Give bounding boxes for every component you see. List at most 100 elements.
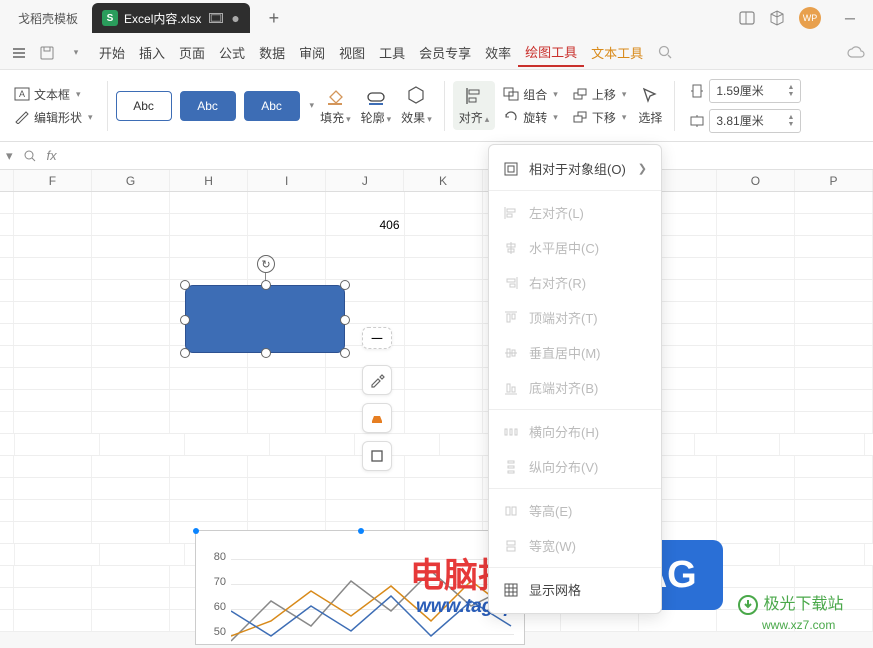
distribute-v-icon — [503, 459, 519, 475]
move-up-icon — [572, 86, 588, 102]
menu-formula[interactable]: 公式 — [212, 39, 252, 66]
chart-handle[interactable] — [193, 528, 199, 534]
equal-height-icon — [503, 503, 519, 519]
menu-insert[interactable]: 插入 — [132, 39, 172, 66]
dropdown-icon[interactable]: ▾ — [64, 42, 86, 64]
panel-icon[interactable] — [739, 10, 755, 26]
fill-button[interactable]: 填充▾ — [316, 85, 355, 126]
resize-handle[interactable] — [180, 315, 190, 325]
chevron-down-icon[interactable]: ▾ — [6, 148, 13, 164]
equal-width-icon — [503, 538, 519, 554]
fx-label[interactable]: fx — [47, 148, 57, 163]
width-icon — [689, 113, 705, 129]
preset-more-icon[interactable]: ▾ — [310, 100, 315, 111]
menu-drawing-tools[interactable]: 绘图工具 — [518, 38, 584, 67]
minimize-button[interactable]: ─ — [835, 10, 865, 26]
column-header[interactable]: G — [92, 170, 170, 191]
tab-close-icon[interactable]: ● — [231, 10, 239, 26]
stepper-arrows[interactable]: ▲▼ — [787, 84, 794, 98]
edit-shape-button[interactable]: 编辑形状▾ — [14, 109, 93, 126]
cloud-icon[interactable] — [847, 46, 865, 60]
shape-preset-1[interactable]: Abc — [116, 91, 172, 121]
menu-page[interactable]: 页面 — [172, 39, 212, 66]
group-button[interactable]: 组合▾ — [503, 86, 558, 103]
column-headers: F G H I J K O P — [0, 170, 873, 192]
column-header[interactable] — [0, 170, 14, 191]
effect-button[interactable]: 效果▾ — [397, 85, 436, 126]
rotate-icon — [503, 109, 519, 125]
align-left-icon — [503, 205, 519, 221]
column-header[interactable]: J — [326, 170, 404, 191]
move-down-button[interactable]: 下移▾ — [572, 109, 627, 126]
move-up-button[interactable]: 上移▾ — [572, 86, 627, 103]
column-header[interactable]: O — [717, 170, 795, 191]
menu-data[interactable]: 数据 — [252, 39, 292, 66]
resize-handle[interactable] — [340, 315, 350, 325]
menu-distribute-h: 横向分布(H) — [489, 414, 661, 449]
y-tick: 60 — [206, 601, 226, 613]
menu-tools[interactable]: 工具 — [372, 39, 412, 66]
tab-templates[interactable]: 戈稻壳模板 — [8, 3, 88, 33]
outline-button[interactable]: 轮廓▾ — [357, 85, 396, 126]
cell-value[interactable]: 406 — [326, 214, 404, 235]
save-icon[interactable] — [36, 42, 58, 64]
height-input[interactable]: 1.59厘米 ▲▼ — [709, 79, 801, 103]
align-icon — [463, 85, 485, 107]
align-bottom-icon — [503, 380, 519, 396]
chart-handle[interactable] — [358, 528, 364, 534]
float-dash-button[interactable]: ─ — [362, 327, 392, 349]
user-avatar[interactable]: WP — [799, 7, 821, 29]
float-eyedropper-button[interactable] — [362, 365, 392, 395]
search-icon[interactable] — [658, 45, 673, 60]
float-style-button[interactable] — [362, 403, 392, 433]
y-tick: 50 — [206, 626, 226, 638]
stepper-arrows[interactable]: ▲▼ — [787, 114, 794, 128]
window-mode-icon — [209, 13, 223, 23]
menu-show-grid[interactable]: 显示网格 — [489, 572, 661, 607]
resize-handle[interactable] — [261, 348, 271, 358]
rounded-rectangle-shape[interactable] — [185, 285, 345, 353]
ribbon-toolbar: A 文本框▾ 编辑形状▾ Abc Abc Abc ▾ 填充▾ 轮廓▾ 效果▾ 对… — [0, 70, 873, 142]
menu-review[interactable]: 审阅 — [292, 39, 332, 66]
select-icon — [639, 85, 661, 107]
align-middle-v-icon — [503, 345, 519, 361]
app-menu-icon[interactable] — [8, 42, 30, 64]
menu-align-left: 左对齐(L) — [489, 195, 661, 230]
resize-handle[interactable] — [340, 348, 350, 358]
column-header[interactable]: P — [795, 170, 873, 191]
menu-efficiency[interactable]: 效率 — [478, 39, 518, 66]
resize-handle[interactable] — [340, 280, 350, 290]
selected-shape[interactable] — [185, 285, 345, 353]
column-header[interactable]: I — [248, 170, 326, 191]
resize-handle[interactable] — [180, 280, 190, 290]
shape-preset-3[interactable]: Abc — [244, 91, 300, 121]
site-logo-text: 极光下载站 — [737, 590, 843, 616]
menu-text-tools[interactable]: 文本工具 — [584, 39, 650, 66]
distribute-h-icon — [503, 424, 519, 440]
menu-member[interactable]: 会员专享 — [412, 39, 478, 66]
align-button[interactable]: 对齐▴ — [453, 81, 496, 130]
width-input[interactable]: 3.81厘米 ▲▼ — [709, 109, 801, 133]
rotate-handle[interactable] — [257, 255, 275, 273]
align-dropdown-menu: 相对于对象组(O) ❯ 左对齐(L) 水平居中(C) 右对齐(R) 顶端对齐(T… — [488, 144, 662, 614]
menu-view[interactable]: 视图 — [332, 39, 372, 66]
menu-relative-to-group[interactable]: 相对于对象组(O) ❯ — [489, 151, 661, 186]
textbox-button[interactable]: A 文本框▾ — [14, 86, 93, 103]
resize-handle[interactable] — [261, 280, 271, 290]
resize-handle[interactable] — [180, 348, 190, 358]
cube-icon[interactable] — [769, 10, 785, 26]
height-icon — [689, 83, 705, 99]
float-frame-button[interactable] — [362, 441, 392, 471]
tab-active-file[interactable]: S Excel内容.xlsx ● — [92, 3, 250, 33]
add-tab-button[interactable]: + — [260, 4, 288, 32]
column-header[interactable]: F — [14, 170, 92, 191]
select-button[interactable]: 选择 — [634, 85, 666, 126]
rotate-button[interactable]: 旋转▾ — [503, 109, 558, 126]
zoom-icon[interactable] — [23, 149, 37, 163]
column-header[interactable]: K — [404, 170, 482, 191]
column-header[interactable]: H — [170, 170, 248, 191]
toolbar-divider — [107, 81, 108, 131]
menu-start[interactable]: 开始 — [92, 39, 132, 66]
y-tick: 80 — [206, 551, 226, 563]
shape-preset-2[interactable]: Abc — [180, 91, 236, 121]
